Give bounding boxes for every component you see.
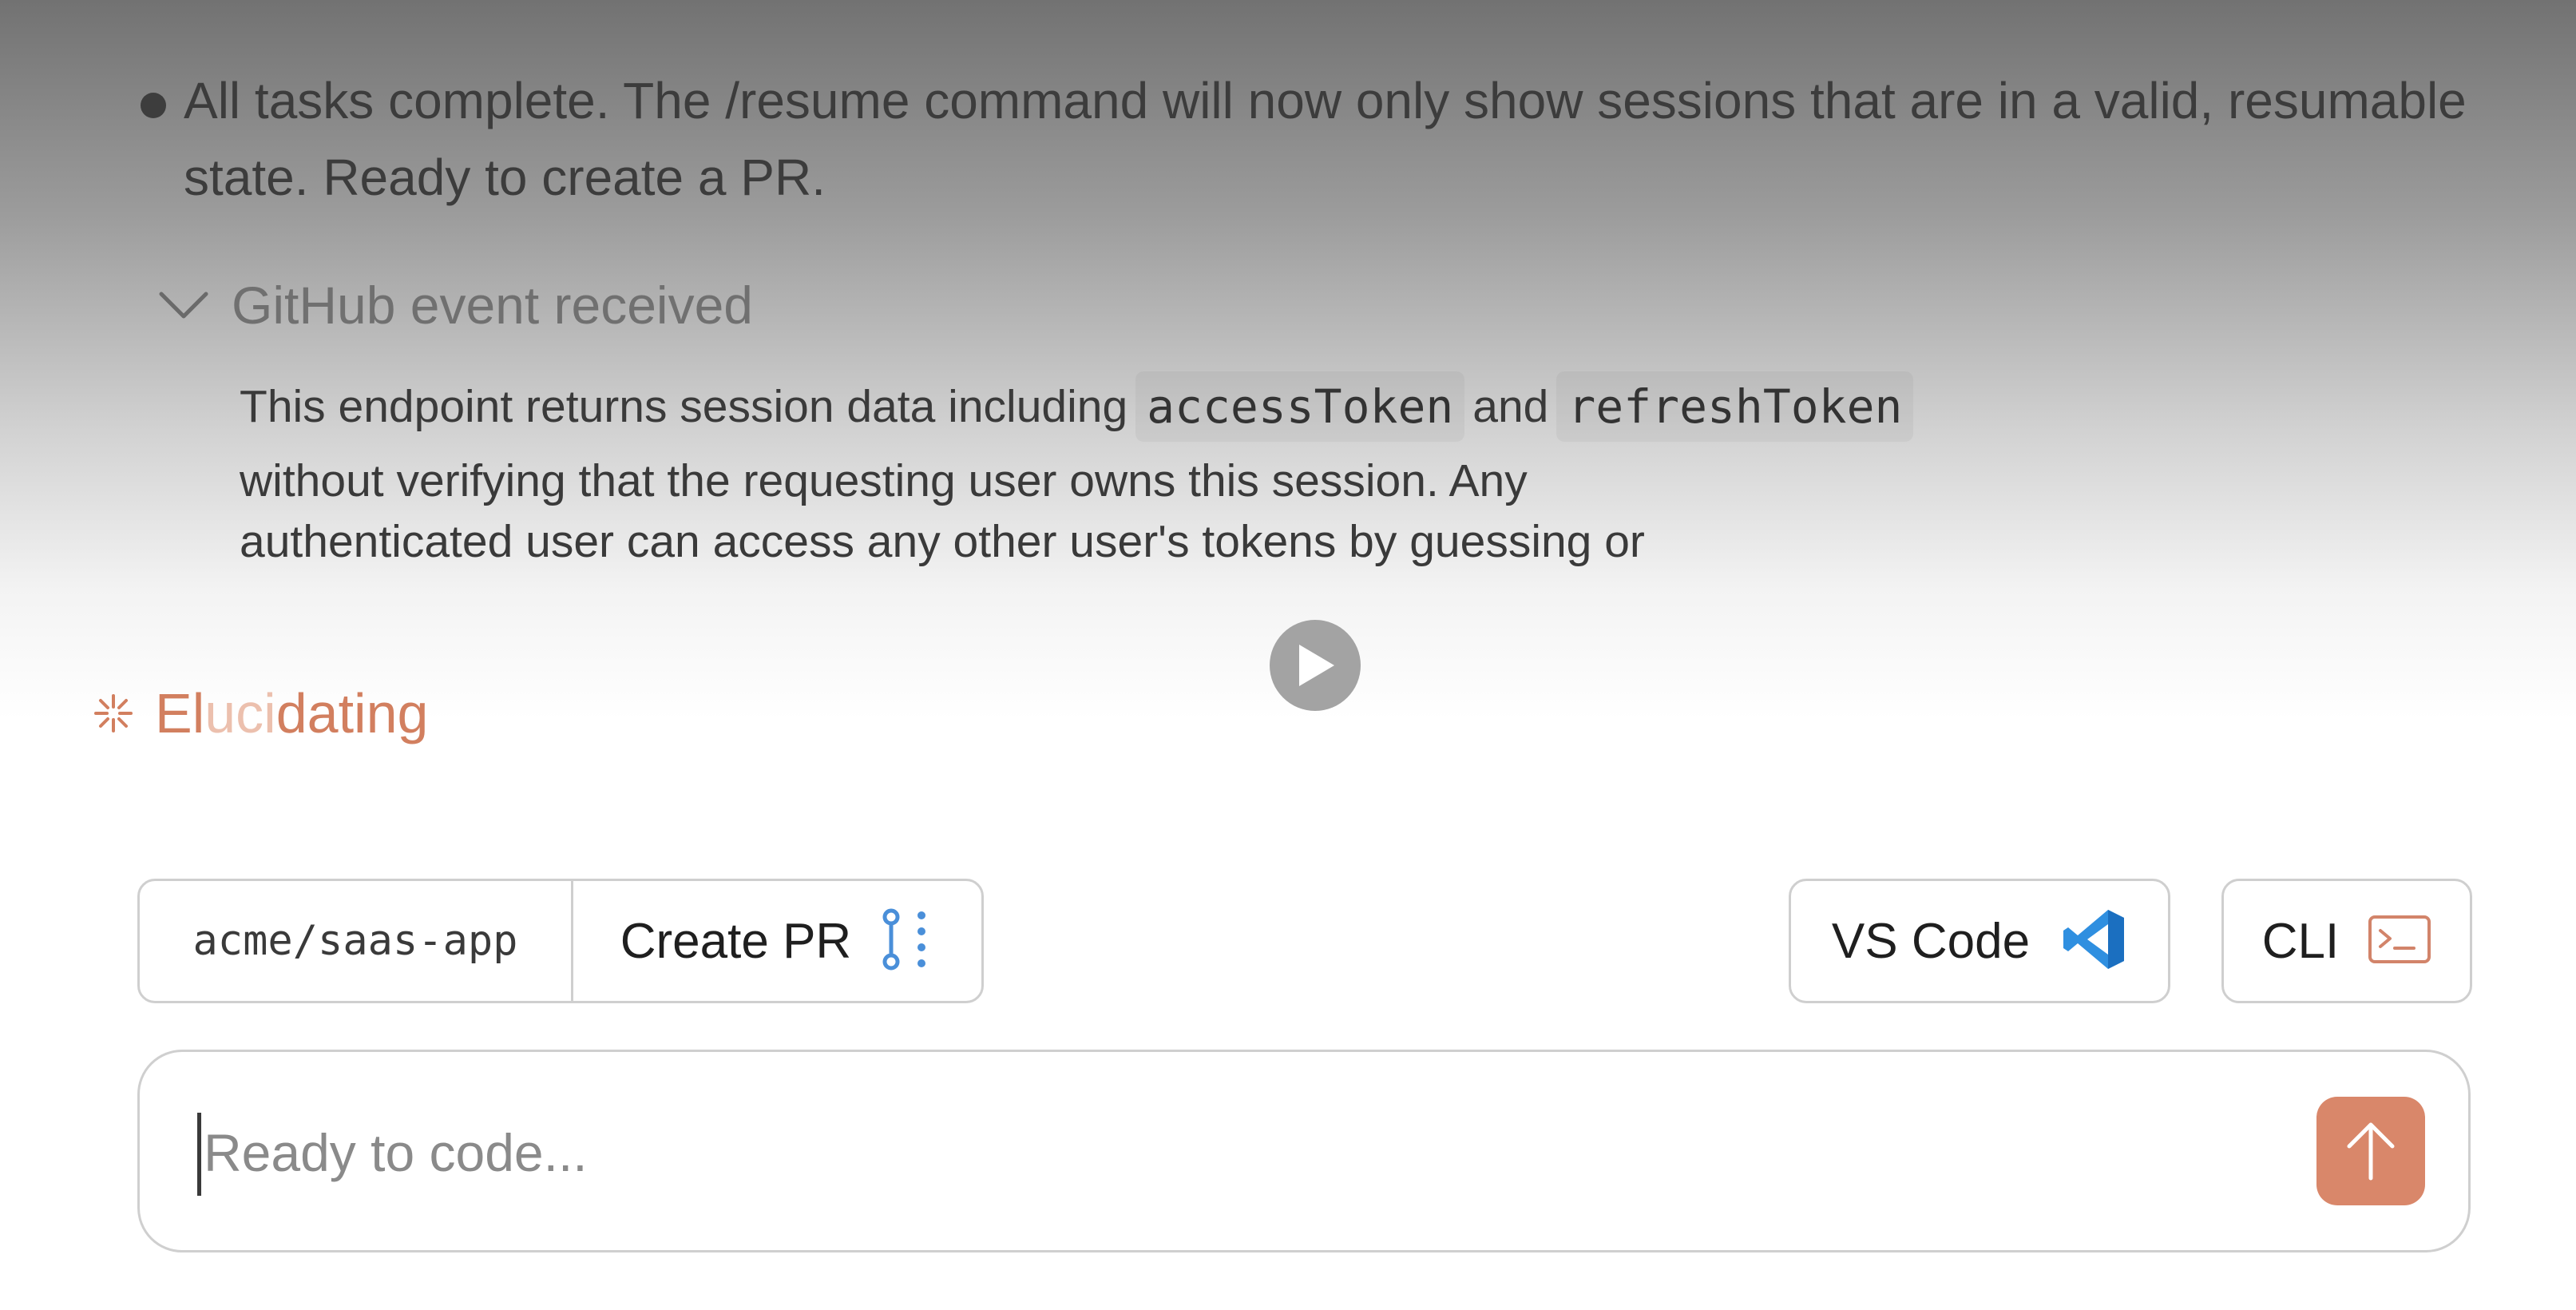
- github-event-title: GitHub event received: [232, 276, 754, 335]
- status-indicator: Elucidating: [89, 677, 428, 749]
- event-line-3: authenticated user can access any other …: [240, 516, 1645, 567]
- send-button[interactable]: [2316, 1097, 2425, 1205]
- text-caret: [197, 1113, 201, 1196]
- github-event-body: This endpoint returns session data inclu…: [240, 363, 2316, 572]
- event-line-2: without verifying that the requesting us…: [240, 455, 1528, 506]
- code-refresh-token: refreshToken: [1556, 371, 1914, 442]
- message-text: All tasks complete. The /resume command …: [184, 72, 2467, 206]
- assistant-message: All tasks complete. The /resume command …: [136, 62, 2515, 216]
- cli-label: CLI: [2261, 913, 2340, 969]
- event-conjunction: and: [1472, 381, 1549, 432]
- terminal-icon: [2368, 915, 2431, 968]
- git-pull-request-icon: [878, 907, 934, 975]
- open-vscode-button[interactable]: VS Code: [1789, 879, 2170, 1003]
- message-bullet: All tasks complete. The /resume command …: [136, 62, 2515, 216]
- repo-pr-group: acme/saas-app Create PR: [137, 879, 984, 1003]
- prompt-input[interactable]: [202, 1092, 2201, 1213]
- create-pr-label: Create PR: [620, 913, 852, 969]
- code-access-token: accessToken: [1135, 371, 1465, 442]
- event-body-prefix: This endpoint returns session data inclu…: [240, 381, 1128, 432]
- prompt-input-container: [137, 1050, 2471, 1252]
- repo-name: acme/saas-app: [192, 917, 518, 965]
- github-event-header[interactable]: GitHub event received: [152, 265, 2467, 345]
- play-button[interactable]: [1270, 620, 1361, 711]
- event-line-1: This endpoint returns session data inclu…: [240, 363, 2316, 451]
- repo-selector[interactable]: acme/saas-app: [140, 881, 573, 1001]
- status-text-start: El: [155, 682, 205, 744]
- play-icon: [1299, 645, 1334, 686]
- github-event-block: GitHub event received This endpoint retu…: [152, 265, 2467, 572]
- asterisk-spinner-icon: [89, 689, 137, 737]
- status-text-end: dating: [275, 682, 429, 744]
- arrow-up-icon: [2347, 1122, 2395, 1181]
- vscode-logo-icon: [2062, 907, 2127, 976]
- open-cli-button[interactable]: CLI: [2221, 879, 2472, 1003]
- status-text-shimmer: uci: [204, 682, 276, 744]
- status-text: Elucidating: [155, 681, 428, 745]
- create-pr-button[interactable]: Create PR: [573, 881, 981, 1001]
- vscode-label: VS Code: [1831, 913, 2031, 969]
- chevron-down-icon[interactable]: [152, 273, 216, 337]
- bullet-dot: [141, 93, 166, 118]
